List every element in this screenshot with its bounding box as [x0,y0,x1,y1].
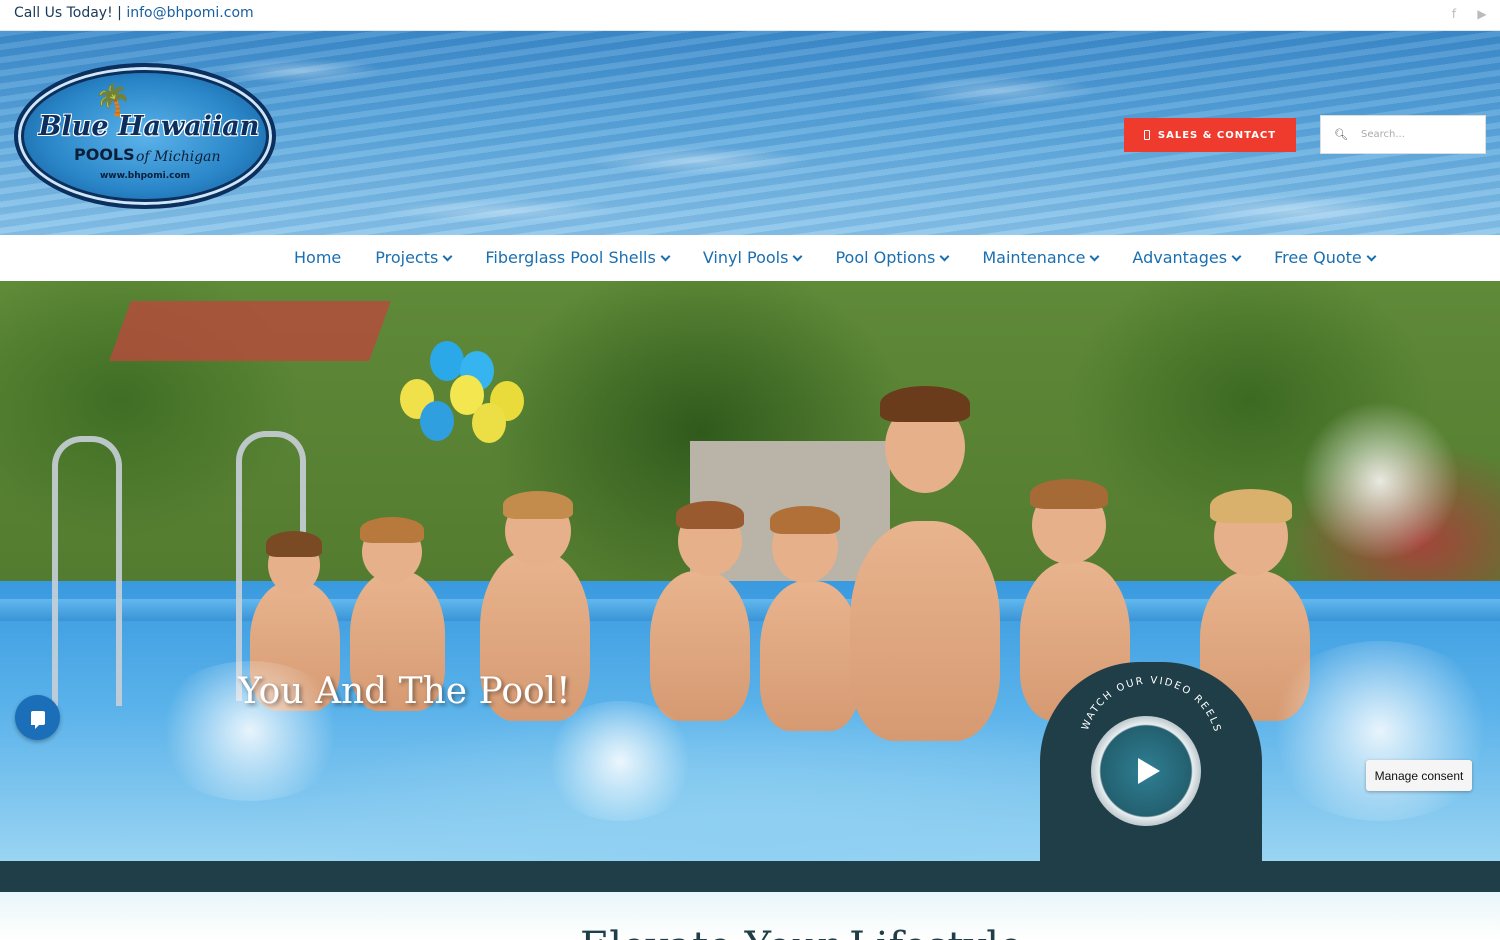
chat-bubble-icon [30,710,45,729]
person-figure [760,581,860,731]
mobile-phone-icon [1143,130,1150,140]
site-header: 🌴 Blue Hawaiian POOLS of Michigan www.bh… [0,31,1500,235]
call-us-text: Call Us Today! [14,5,113,21]
youtube-icon[interactable]: ▶ [1476,7,1488,21]
nav-item-pool-options[interactable]: Pool Options [835,248,950,267]
intro-section: Elevate Your Lifestyle [0,892,1500,940]
section-heading: Elevate Your Lifestyle [580,924,1023,940]
nav-item-free-quote[interactable]: Free Quote [1274,248,1377,267]
person-figure [650,571,750,721]
chevron-down-icon [1089,251,1100,261]
water-splash [540,701,700,821]
nav-item-home[interactable]: Home [294,248,341,267]
chevron-down-icon [1366,251,1377,261]
person-figure [360,517,424,543]
nav-item-vinyl-pools[interactable]: Vinyl Pools [702,248,803,267]
chat-button[interactable] [15,695,60,740]
pool-ladder [52,436,122,706]
chevron-down-icon [939,251,950,261]
logo-brand-text: Blue Hawaiian [38,111,260,142]
hero-roof [109,301,391,361]
nav-item-label: Pool Options [835,248,936,267]
nav-item-fiberglass-pool-shells[interactable]: Fiberglass Pool Shells [485,248,671,267]
sales-contact-button[interactable]: SALES & CONTACT [1124,118,1296,152]
water-splash [1300,401,1460,561]
nav-item-label: Projects [375,248,439,267]
chevron-down-icon [660,251,671,261]
person-figure [676,501,744,529]
nav-item-maintenance[interactable]: Maintenance [982,248,1100,267]
play-icon [1138,758,1160,784]
nav-menu: Home Projects Fiberglass Pool Shells Vin… [294,248,1409,267]
email-link[interactable]: info@bhpomi.com [126,5,253,21]
person-figure [880,386,970,422]
search-box: 🔍︎ [1320,115,1486,154]
social-links: f ▶ [1448,7,1488,21]
main-navigation: Home Projects Fiberglass Pool Shells Vin… [0,235,1500,281]
person-figure [1030,479,1108,509]
chevron-down-icon [1231,251,1242,261]
hero-title: You And The Pool! [238,671,571,712]
logo-state-text: of Michigan [136,149,221,165]
hero-bottom-band [0,861,1500,892]
nav-item-label: Home [294,248,342,267]
person-figure [266,531,322,557]
nav-item-label: Free Quote [1274,248,1362,267]
hero-banner: You And The Pool! [0,281,1500,861]
nav-item-advantages[interactable]: Advantages [1132,248,1242,267]
nav-item-label: Maintenance [982,248,1086,267]
nav-item-label: Advantages [1132,248,1228,267]
logo-url-text: www.bhpomi.com [99,171,191,181]
water-splash [1260,641,1500,821]
nav-item-projects[interactable]: Projects [375,248,453,267]
top-bar: Call Us Today! | info@bhpomi.com f ▶ [0,0,1500,31]
video-reels-tab[interactable]: WATCH OUR VIDEO REELS [1040,662,1262,862]
person-figure [770,506,840,534]
person-figure [503,491,573,519]
facebook-icon[interactable]: f [1448,7,1460,21]
nav-item-label: Fiberglass Pool Shells [485,248,656,267]
nav-item-label: Vinyl Pools [702,248,789,267]
play-video-button[interactable] [1091,716,1201,826]
contact-info: Call Us Today! | info@bhpomi.com [14,5,254,21]
balloons-image [400,341,540,443]
site-logo[interactable]: 🌴 Blue Hawaiian POOLS of Michigan www.bh… [14,63,276,209]
separator: | [117,5,122,21]
search-icon[interactable]: 🔍︎ [1321,128,1361,141]
chevron-down-icon [793,251,803,261]
person-figure [1210,489,1292,523]
person-figure [850,521,1000,741]
search-input[interactable] [1361,129,1481,140]
logo-pools-text: POOLS [74,145,135,164]
manage-consent-button[interactable]: Manage consent [1366,760,1472,791]
chevron-down-icon [442,251,453,261]
sales-contact-label: SALES & CONTACT [1157,129,1277,141]
